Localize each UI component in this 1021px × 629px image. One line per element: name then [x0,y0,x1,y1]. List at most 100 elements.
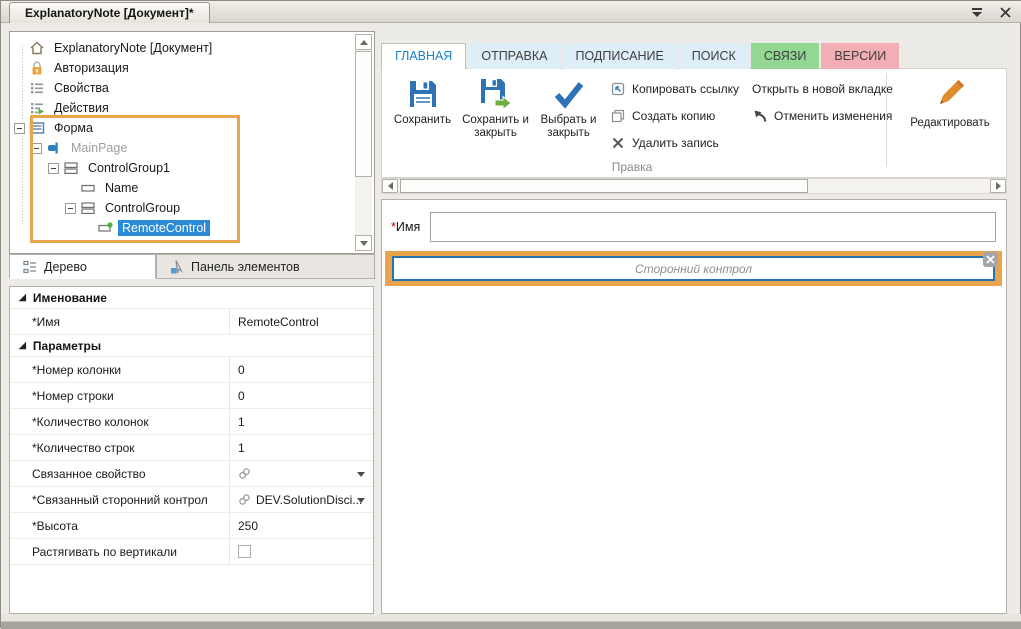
property-value-text: DEV.SolutionDisci... [256,493,362,507]
button-label: Создать копию [632,109,715,123]
property-label: Растягивать по вертикали [32,539,177,564]
scroll-right-icon[interactable] [990,179,1006,193]
property-row: *Количество колонок 1 [10,409,373,435]
ribbon-scrollbar-thumb[interactable] [400,179,808,193]
tree-expander-icon[interactable] [65,203,76,214]
property-value[interactable]: 250 [229,513,373,538]
property-value[interactable]: 0 [229,357,373,382]
property-label: Связанное свойство [32,461,146,486]
ribbon-tab-главная[interactable]: ГЛАВНАЯ [381,43,466,69]
tree-scrollbar-thumb[interactable] [355,51,372,177]
property-row: *Высота250 [10,513,373,539]
ribbon-tab-поиск[interactable]: ПОИСК [679,43,749,69]
check-icon [552,77,586,111]
tree-item-авторизация[interactable]: Авторизация [14,58,352,78]
tree-item-name[interactable]: Name [14,178,352,198]
properties-icon [29,80,46,96]
создать-копию-button[interactable]: Создать копию [610,102,739,129]
pencil-icon [931,75,969,113]
tree-item-действия[interactable]: Действия [14,98,352,118]
property-label: *Номер колонки [32,357,121,382]
property-label: *Количество колонок [32,409,149,434]
name-field-input[interactable] [430,212,996,242]
window-menu-icon[interactable] [970,5,984,19]
property-row: *Номер колонки 0 [10,357,373,383]
tree-item-controlgroup1[interactable]: ControlGroup1 [14,158,352,178]
удалить-запись-button[interactable]: Удалить запись [610,129,739,156]
property-label: *Номер строки [32,383,114,408]
page-icon [46,140,63,156]
scroll-down-icon[interactable] [355,235,372,251]
checkbox[interactable] [238,545,251,558]
button-label: Удалить запись [632,136,719,150]
lock-icon [29,60,46,76]
tree-expander-icon[interactable] [48,163,59,174]
chevron-down-icon[interactable] [357,498,365,503]
сохранить-и-закрыть-button[interactable]: Сохранить и закрыть [459,74,532,140]
ribbon-tab-версии[interactable]: ВЕРСИИ [821,43,899,69]
titlebar: ExplanatoryNote [Документ]* [1,1,1021,23]
ribbon-separator [886,73,887,167]
открыть-в-новой-вкладке-button[interactable]: Открыть в новой вкладке [752,75,893,102]
property-value-text: 0 [238,363,245,377]
property-value[interactable]: RemoteControl [229,309,373,334]
save-icon [406,77,440,111]
panel-tab-tree[interactable]: Дерево [9,254,156,279]
chevron-down-icon[interactable] [357,472,365,477]
remote-control-icon [97,220,114,236]
property-value[interactable]: 1 [229,435,373,460]
отменить-изменения-button[interactable]: Отменить изменения [752,102,893,129]
button-label: Выбрать и закрыть [532,114,605,140]
panel-tab-elements[interactable]: Панель элементов [156,254,375,279]
tree-item-mainpage[interactable]: MainPage [14,138,352,158]
edit-button-label: Редактировать [910,117,989,129]
tree-item-remotecontrol[interactable]: RemoteControl [14,218,352,238]
tree-item-label: Форма [50,120,97,136]
button-label: Отменить изменения [774,109,892,123]
ribbon-tab-отправка[interactable]: ОТПРАВКА [468,43,560,69]
button-label: Сохранить [394,114,451,127]
left-panel-tabs: ДеревоПанель элементов [9,254,375,279]
ribbon-tab-подписание[interactable]: ПОДПИСАНИЕ [562,43,676,69]
property-value-text: 1 [238,415,245,429]
delete-icon [610,135,626,151]
property-group-header[interactable]: ◢Параметры [10,335,373,357]
property-value-text: 0 [238,389,245,403]
tree-item-controlgroup[interactable]: ControlGroup [14,198,352,218]
ribbon-scrollbar[interactable] [381,178,1007,194]
property-value[interactable]: DEV.SolutionDisci... [229,487,373,512]
remote-control-placeholder[interactable]: Сторонний контрол [392,256,995,281]
tree-item-свойства[interactable]: Свойства [14,78,352,98]
property-value[interactable]: 0 [229,383,373,408]
scroll-left-icon[interactable] [382,179,398,193]
tree-item-форма[interactable]: Форма [14,118,352,138]
property-group-header[interactable]: ◢Именование [10,287,373,309]
tree-scrollbar[interactable] [355,34,372,251]
property-grid: ◢Именование*ИмяRemoteControl◢Параметры*Н… [9,286,374,614]
копировать-ссылку-button[interactable]: Копировать ссылку [610,75,739,102]
tree-item-label: Авторизация [50,60,133,76]
ribbon-tab-связи[interactable]: СВЯЗИ [751,43,820,69]
property-value[interactable] [229,461,373,486]
tree-item-label: Name [101,180,142,196]
scroll-up-icon[interactable] [355,34,372,50]
window-close-icon[interactable] [998,5,1012,19]
edit-button[interactable]: Редактировать [900,73,1000,129]
tree-expander-icon[interactable] [31,143,42,154]
form-icon [29,120,46,136]
remote-control-close-icon[interactable] [983,252,998,267]
tree-item-explanatorynote-документ-[interactable]: ExplanatoryNote [Документ] [14,38,352,58]
copy-icon [610,108,626,124]
property-group-label: Именование [33,291,107,305]
button-label: Открыть в новой вкладке [752,82,893,96]
property-group-label: Параметры [33,339,101,353]
remote-control-selection[interactable]: Сторонний контрол [385,251,1002,286]
elements-panel-icon [169,259,185,274]
property-value[interactable]: 1 [229,409,373,434]
выбрать-и-закрыть-button[interactable]: Выбрать и закрыть [532,74,605,140]
document-tab[interactable]: ExplanatoryNote [Документ]* [9,2,210,23]
save-close-icon [479,77,513,111]
property-value[interactable] [229,539,373,564]
tree-expander-icon[interactable] [14,123,25,134]
сохранить-button[interactable]: Сохранить [386,74,459,140]
